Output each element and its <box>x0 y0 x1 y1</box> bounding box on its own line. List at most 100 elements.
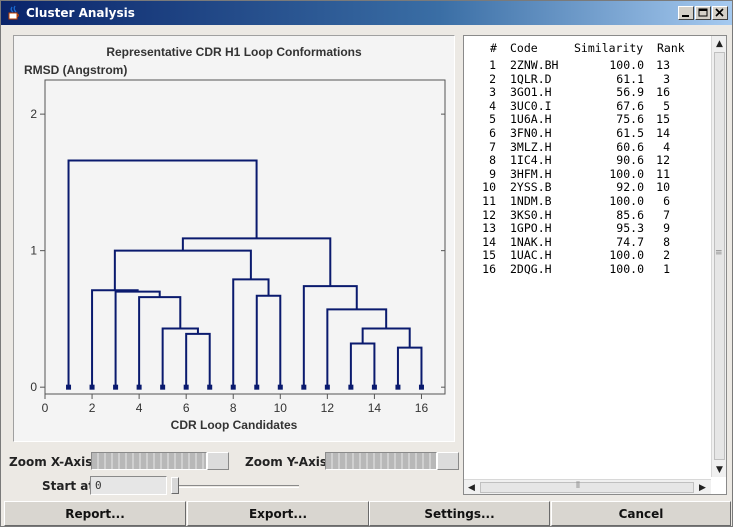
x-tick-label: 12 <box>321 401 335 415</box>
y-tick-label: 2 <box>30 107 37 121</box>
vertical-scrollbar[interactable]: ▲ ≡ ▼ <box>711 36 726 477</box>
minimize-icon <box>682 15 689 17</box>
column-header-similarity[interactable]: Similarity <box>574 41 643 55</box>
y-axis-label: RMSD (Angstrom) <box>24 63 127 77</box>
cell-rank: 14 <box>656 126 670 140</box>
maximize-button[interactable] <box>695 6 711 20</box>
zoom-x-slider[interactable] <box>91 452 207 470</box>
cell-rank: 16 <box>656 85 670 100</box>
y-tick-label: 1 <box>30 244 37 258</box>
close-icon <box>715 8 724 17</box>
x-tick-label: 14 <box>368 401 382 415</box>
chart-title: Representative CDR H1 Loop Conformations <box>106 45 362 59</box>
results-table: # Code Similarity Rank 1 2ZNW.BH 100.0 13 2 1… <box>463 35 727 495</box>
cell-rank: 4 <box>663 139 670 154</box>
zoom-x-button[interactable] <box>207 452 229 470</box>
leaf-node <box>324 384 330 390</box>
scroll-up-icon[interactable]: ▲ <box>712 36 727 51</box>
leaf-node <box>183 384 189 390</box>
report-button[interactable]: Report... <box>4 501 186 526</box>
window-title: Cluster Analysis <box>26 6 135 20</box>
start-at-slider-track[interactable] <box>177 485 299 488</box>
table-row[interactable]: 10 2YSS.B 92.0 10 <box>464 180 711 194</box>
scroll-down-icon[interactable]: ▼ <box>712 462 727 477</box>
leaf-node <box>66 384 72 390</box>
table-row[interactable]: 4 3UC0.I 67.6 5 <box>464 99 711 113</box>
x-tick-label: 8 <box>230 401 237 415</box>
table-row[interactable]: 9 3HFM.H 100.0 11 <box>464 167 711 181</box>
grip-icon: ⦀ <box>576 481 580 491</box>
title-bar[interactable]: Cluster Analysis <box>1 1 732 25</box>
start-at-slider-thumb[interactable] <box>171 477 179 494</box>
cancel-button[interactable]: Cancel <box>551 501 731 526</box>
table-row[interactable]: 12 3KS0.H 85.6 7 <box>464 208 711 222</box>
start-at-field[interactable]: 0 <box>90 476 167 495</box>
leaf-node <box>136 384 142 390</box>
table-row[interactable]: 5 1U6A.H 75.6 15 <box>464 112 711 126</box>
table-row[interactable]: 11 1NDM.B 100.0 6 <box>464 194 711 208</box>
table-header: # Code Similarity Rank <box>464 36 711 58</box>
zoom-y-label: Zoom Y-Axis: <box>245 455 332 469</box>
cell-rank: 7 <box>663 207 670 222</box>
scroll-left-icon[interactable]: ◀ <box>464 480 479 495</box>
zoom-y-slider[interactable] <box>325 452 437 470</box>
leaf-node <box>89 384 95 390</box>
dendrogram-panel: Representative CDR H1 Loop Conformations… <box>13 35 455 442</box>
zoom-y-button[interactable] <box>437 452 459 470</box>
table-row[interactable]: 2 1QLR.D 61.1 3 <box>464 72 711 86</box>
settings-button[interactable]: Settings... <box>369 501 550 526</box>
cluster-analysis-window: Cluster Analysis Representative CDR H1 L… <box>0 0 733 527</box>
grip-icon: ≡ <box>715 248 723 258</box>
leaf-node <box>113 384 119 390</box>
leaf-node <box>207 384 213 390</box>
x-tick-label: 16 <box>415 401 429 415</box>
scroll-right-icon[interactable]: ▶ <box>695 480 710 495</box>
java-cup-icon <box>8 5 19 20</box>
table-row[interactable]: 14 1NAK.H 74.7 8 <box>464 235 711 249</box>
dendrogram-chart: Representative CDR H1 Loop Conformations… <box>24 45 446 432</box>
leaf-node <box>371 384 377 390</box>
leaf-node <box>254 384 260 390</box>
cell-rank: 10 <box>656 180 670 195</box>
x-tick-label: 2 <box>89 401 96 415</box>
table-row[interactable]: 16 2DQG.H 100.0 1 <box>464 262 711 276</box>
maximize-icon <box>698 8 708 17</box>
cell-rank: 9 <box>663 221 670 236</box>
leaf-node <box>230 384 236 390</box>
x-tick-label: 0 <box>42 401 49 415</box>
cell-rank: 12 <box>656 153 670 168</box>
cell-rank: 8 <box>663 234 670 249</box>
x-tick-label: 6 <box>183 401 190 415</box>
column-header-number[interactable]: # <box>490 41 497 55</box>
table-row[interactable]: 3 3GO1.H 56.9 16 <box>464 85 711 99</box>
table-row[interactable]: 13 1GPO.H 95.3 9 <box>464 221 711 235</box>
x-tick-label: 10 <box>274 401 288 415</box>
cell-rank: 1 <box>663 262 670 276</box>
cell-rank: 15 <box>656 112 670 127</box>
table-row[interactable]: 6 3FN0.H 61.5 14 <box>464 126 711 140</box>
leaf-node <box>418 384 424 390</box>
table-row[interactable]: 1 2ZNW.BH 100.0 13 <box>464 58 711 72</box>
table-row[interactable]: 7 3MLZ.H 60.6 4 <box>464 140 711 154</box>
y-tick-label: 0 <box>30 380 37 394</box>
cell-rank: 6 <box>663 194 670 208</box>
x-tick-label: 4 <box>136 401 143 415</box>
cell-rank: 13 <box>656 58 670 72</box>
x-axis-label: CDR Loop Candidates <box>171 418 298 432</box>
leaf-node <box>301 384 307 390</box>
column-header-rank[interactable]: Rank <box>657 41 685 55</box>
cell-rank: 5 <box>663 98 670 113</box>
export-button[interactable]: Export... <box>187 501 369 526</box>
zoom-x-label: Zoom X-Axis: <box>9 455 98 469</box>
table-row[interactable]: 8 1IC4.H 90.6 12 <box>464 153 711 167</box>
leaf-node <box>395 384 401 390</box>
horizontal-scrollbar[interactable]: ◀ ⦀ ▶ <box>464 479 711 494</box>
plot-area <box>44 79 446 395</box>
column-header-code[interactable]: Code <box>510 41 538 55</box>
leaf-node <box>277 384 283 390</box>
table-row[interactable]: 15 1UAC.H 100.0 2 <box>464 248 711 262</box>
minimize-button[interactable] <box>678 6 694 20</box>
horizontal-scroll-thumb[interactable] <box>480 482 694 493</box>
close-button[interactable] <box>712 6 728 20</box>
cell-rank: 3 <box>663 71 670 86</box>
